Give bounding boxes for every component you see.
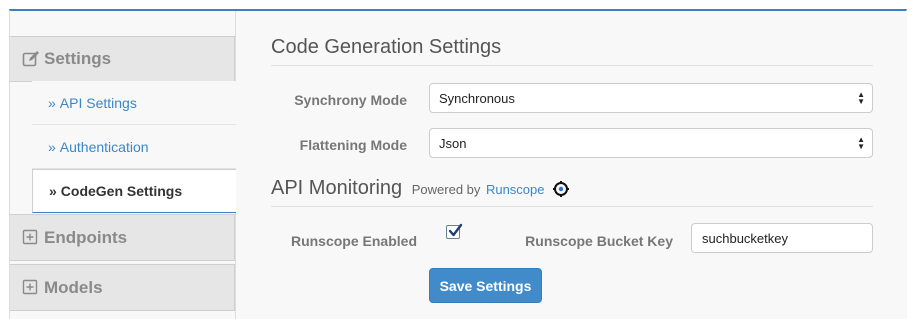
app-frame: Settings » API Settings » Authentication… xyxy=(9,9,907,319)
sidebar-item-label: Authentication xyxy=(59,138,149,155)
sidebar-header-label: Settings xyxy=(44,49,112,68)
codegen-section-title: Code Generation Settings xyxy=(271,36,873,66)
runscope-enabled-label: Runscope Enabled xyxy=(290,233,417,249)
flattening-mode-label: Flattening Mode xyxy=(299,137,407,153)
runscope-logo-icon xyxy=(553,180,570,197)
runscope-link[interactable]: Runscope xyxy=(486,182,545,197)
sidebar-item-label: API Settings xyxy=(59,94,137,111)
chevron-right-icon: » xyxy=(48,138,56,155)
sidebar-item-authentication[interactable]: » Authentication xyxy=(32,125,236,169)
select-arrows-icon: ▲ ▼ xyxy=(857,90,865,106)
plus-square-icon xyxy=(22,279,40,297)
sidebar-item-codegen-settings[interactable]: » CodeGen Settings xyxy=(32,169,236,213)
runscope-enabled-checkbox[interactable] xyxy=(446,223,463,239)
select-arrows-icon: ▲ ▼ xyxy=(857,135,865,151)
synchrony-mode-label: Synchrony Mode xyxy=(294,92,407,108)
bucket-key-label: Runscope Bucket Key xyxy=(525,233,673,249)
checkmark-icon xyxy=(448,223,463,237)
sidebar-header-label: Endpoints xyxy=(44,227,128,247)
chevron-right-icon: » xyxy=(48,94,56,111)
chevron-right-icon: » xyxy=(49,183,57,199)
plus-square-icon xyxy=(22,229,40,247)
monitoring-title-text: API Monitoring xyxy=(271,177,403,199)
monitoring-section-title: API Monitoring Powered by Runscope xyxy=(271,177,873,207)
select-value: Json xyxy=(439,135,467,151)
main-panel: Code Generation Settings Synchrony Mode … xyxy=(237,11,907,319)
flattening-mode-select[interactable]: Json ▲ ▼ xyxy=(429,128,873,158)
sidebar-item-api-settings[interactable]: » API Settings xyxy=(32,81,236,125)
sidebar-header-endpoints[interactable]: Endpoints xyxy=(10,214,235,261)
edit-icon xyxy=(22,50,40,68)
select-value: Synchronous xyxy=(439,90,515,106)
sidebar: Settings » API Settings » Authentication… xyxy=(10,11,236,319)
save-settings-button[interactable]: Save Settings xyxy=(429,268,542,303)
sidebar-header-label: Models xyxy=(44,277,103,297)
synchrony-mode-select[interactable]: Synchronous ▲ ▼ xyxy=(429,83,873,113)
sidebar-header-settings[interactable]: Settings xyxy=(10,36,235,82)
sidebar-item-label: CodeGen Settings xyxy=(60,183,183,199)
bucket-key-input[interactable]: suchbucketkey xyxy=(691,223,873,253)
powered-by-text: Powered by xyxy=(411,182,481,197)
sidebar-header-models[interactable]: Models xyxy=(10,264,235,311)
